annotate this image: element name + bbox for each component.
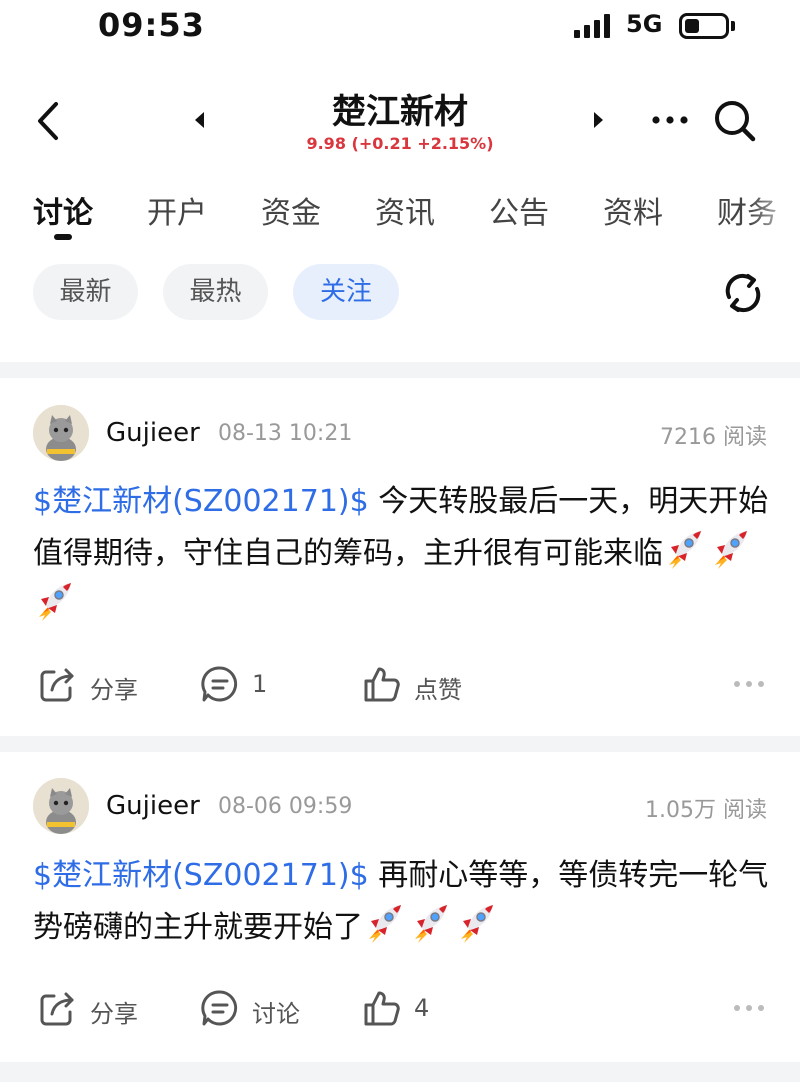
read-count: 7216 阅读 — [660, 425, 767, 450]
rocket-icon — [663, 527, 705, 569]
comment-count: 1 — [252, 670, 268, 698]
share-button[interactable]: 分享 — [38, 664, 158, 704]
post-text[interactable]: $楚江新材(SZ002171)$ 今天转股最后一天，明天开始值得期待，守住自己的… — [33, 476, 773, 631]
tab-bar: 讨论 开户 资金 资讯 公告 资料 财务 — [0, 182, 800, 242]
network-type: 5G — [626, 10, 663, 38]
tabs-fade — [750, 182, 800, 242]
comment-icon — [201, 666, 238, 702]
tab-profile[interactable]: 资料 — [603, 188, 663, 232]
like-icon — [364, 667, 400, 702]
share-icon — [40, 668, 74, 702]
more-icon[interactable] — [648, 100, 692, 140]
tab-announcements[interactable]: 公告 — [489, 188, 549, 232]
tab-news[interactable]: 资讯 — [375, 188, 435, 232]
avatar[interactable] — [33, 405, 89, 461]
signal-icon — [574, 14, 610, 38]
read-count: 1.05万 阅读 — [645, 798, 767, 823]
comment-icon — [201, 990, 238, 1026]
username[interactable]: Gujieer — [106, 791, 200, 821]
post-time: 08-13 10:21 — [218, 421, 353, 446]
section-divider — [0, 362, 800, 378]
post-text[interactable]: $楚江新材(SZ002171)$ 再耐心等等，等债转完一轮气势磅礴的主升就要开始… — [33, 850, 773, 953]
filter-latest[interactable]: 最新 — [33, 264, 138, 320]
share-label: 分享 — [90, 676, 138, 704]
like-icon — [364, 991, 400, 1026]
rocket-icon — [709, 527, 751, 569]
refresh-icon[interactable] — [720, 270, 766, 316]
post-time: 08-06 09:59 — [218, 794, 353, 819]
comment-button[interactable]: 讨论 — [200, 988, 320, 1028]
like-label: 点赞 — [414, 676, 462, 704]
more-options-icon[interactable] — [732, 679, 766, 689]
stock-link[interactable]: $楚江新材(SZ002171)$ — [33, 484, 369, 519]
rocket-icon — [363, 901, 405, 943]
avatar[interactable] — [33, 778, 89, 834]
battery-icon — [679, 13, 729, 39]
filter-hot[interactable]: 最热 — [163, 264, 268, 320]
tab-open-account[interactable]: 开户 — [147, 188, 207, 232]
battery-cap — [731, 21, 735, 31]
rocket-icon — [409, 901, 451, 943]
section-divider — [0, 1062, 800, 1082]
comment-button[interactable]: 1 — [200, 664, 300, 704]
rocket-icon — [33, 579, 75, 621]
post-card[interactable]: Gujieer 08-13 10:21 7216 阅读 $楚江新材(SZ0021… — [0, 378, 800, 736]
stock-header: 楚江新材 9.98 (+0.21 +2.15%) — [0, 70, 800, 170]
active-tab-indicator — [54, 234, 72, 240]
tab-funds[interactable]: 资金 — [261, 188, 321, 232]
status-bar: 09:53 5G — [0, 0, 800, 56]
post-card[interactable]: Gujieer 08-06 09:59 1.05万 阅读 $楚江新材(SZ002… — [0, 752, 800, 1062]
username[interactable]: Gujieer — [106, 418, 200, 448]
share-icon — [40, 992, 74, 1026]
section-divider — [0, 736, 800, 752]
stock-link[interactable]: $楚江新材(SZ002171)$ — [33, 858, 369, 893]
share-label: 分享 — [90, 1000, 138, 1028]
tab-discussion[interactable]: 讨论 — [33, 188, 93, 232]
filter-following[interactable]: 关注 — [293, 264, 399, 320]
share-button[interactable]: 分享 — [38, 988, 158, 1028]
rocket-icon — [455, 901, 497, 943]
status-time: 09:53 — [98, 6, 205, 44]
next-stock-icon[interactable] — [590, 110, 606, 130]
more-options-icon[interactable] — [732, 1003, 766, 1013]
comment-label: 讨论 — [252, 1000, 300, 1028]
like-button[interactable]: 点赞 — [362, 664, 482, 704]
like-count: 4 — [414, 994, 430, 1022]
search-icon[interactable] — [710, 96, 760, 146]
like-button[interactable]: 4 — [362, 988, 462, 1028]
